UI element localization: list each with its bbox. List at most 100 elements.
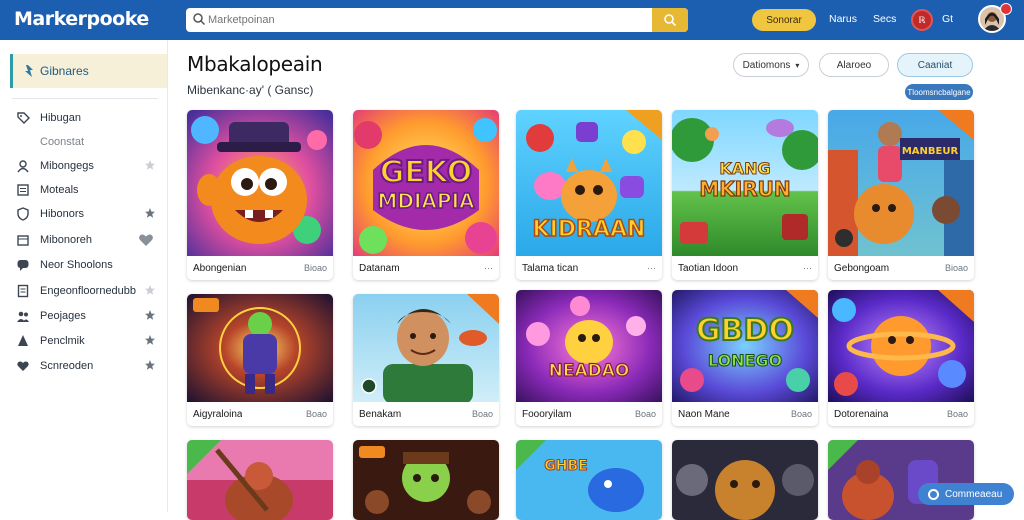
sidebar-item-scnreoden[interactable]: Scnreoden [16,356,164,376]
sidebar-item-active[interactable]: Gibnares [10,54,167,88]
game-card[interactable]: KIDRAAN Talama tican ··· [516,110,662,280]
game-title: Foooryilam [522,408,572,420]
game-card[interactable] [828,440,974,520]
star-icon [145,285,155,295]
star-icon [145,160,155,170]
star-icon [145,208,155,218]
avatar-badge [1000,3,1012,15]
star-icon [145,335,155,345]
game-card[interactable]: MANBEUR Gebongoam Bioao [828,110,974,280]
search-icon [664,14,677,27]
signin-button[interactable]: Sonorar [752,9,816,31]
game-card[interactable]: GHBE [516,440,662,520]
star-icon [145,360,155,370]
heart-icon [17,361,29,371]
language-button[interactable]: Gt [942,13,953,25]
filter-button-datiomons[interactable]: Datiomons ▾ [733,53,809,77]
game-card[interactable] [672,440,818,520]
filter-label: Alaroeo [836,59,872,71]
svg-text:NEADAO: NEADAO [549,361,630,381]
game-card[interactable] [187,440,333,520]
chat-icon [928,488,939,500]
sidebar-item-penclmik[interactable]: Penclmik [16,331,164,351]
category-tag[interactable]: Tloomsncbalgane [905,84,973,100]
game-card[interactable]: Benakam Boao [353,294,499,426]
logo[interactable]: Markerpooke [14,8,149,30]
sidebar-item-neor-shoolons[interactable]: Neor Shoolons [16,255,164,275]
sidebar-item-label: Coonstat [40,136,85,148]
svg-text:GBDO: GBDO [696,313,794,348]
game-title: Dotorenaina [834,408,889,420]
svg-text:MANBEUR: MANBEUR [902,146,959,157]
sidebar-item-label: Hibonors [40,208,85,220]
chevron-down-icon: ▾ [795,60,800,70]
game-card[interactable]: GBDO LONEGO Naon Mane Boao [672,290,818,426]
sidebar-item-label: Gibnares [40,64,89,78]
game-thumbnail [672,440,818,520]
nav-link-narus[interactable]: Narus [829,13,857,25]
game-title: Taotian Idoon [678,262,739,274]
game-card[interactable]: NEADAO Foooryilam Boao [516,290,662,426]
filter-label: Datiomons [742,59,791,71]
sidebar-item-hibugan[interactable]: Hibugan [16,108,164,128]
game-title: Gebongoam [834,262,890,274]
svg-text:MKIRUN: MKIRUN [699,177,790,201]
search-icon [193,13,206,26]
blank-icon [16,135,30,149]
contact-button[interactable]: Commeaeau [918,483,1014,505]
search-button[interactable] [652,8,688,32]
sidebar-item-peojages[interactable]: Peojages [16,306,164,326]
tag-icon [17,112,30,124]
game-meta: Boao [305,409,327,419]
nav-link-secs[interactable]: Secs [873,13,896,25]
sidebar-item-hibonors[interactable]: Hibonors [16,204,164,224]
sidebar-item-mibonoreh[interactable]: Mibonoreh [16,230,164,250]
user-icon [17,160,29,173]
notification-label: ℝ [918,14,926,25]
game-thumbnail: MANBEUR [828,110,974,256]
person-icon [18,335,28,346]
sidebar-item-label: Peojages [40,310,86,322]
sidebar-item-label: Scnreoden [40,360,94,372]
game-card[interactable]: GEKO MDIAPIA Datanam ··· [353,110,499,280]
game-card[interactable]: Dotorenaina Boao [828,290,974,426]
fire-icon [25,65,33,77]
more-icon[interactable]: ··· [484,263,493,273]
filter-button-caaniat[interactable]: Caaniat [897,53,973,77]
game-card[interactable]: Aigyraloina Boao [187,294,333,426]
sidebar-divider [12,98,158,99]
game-thumbnail [828,440,974,520]
game-meta: Boao [790,409,812,419]
game-title: Abongenian [193,262,247,274]
game-thumbnail [187,294,333,402]
sidebar-item-engeonfloornedubb[interactable]: Engeonfloornedubb [16,281,164,301]
sidebar: Gibnares Hibugan Coonstat Mibongegs Mote… [0,40,168,512]
game-thumbnail [187,110,333,256]
game-card[interactable] [353,440,499,520]
sidebar-item-label: Moteals [40,184,79,196]
notification-button[interactable]: ℝ [911,9,933,31]
doc-icon [17,284,29,298]
top-bar: Markerpooke Sonorar Narus Secs ℝ Gt [0,0,1024,40]
game-card[interactable]: Abongenian Bioao [187,110,333,280]
game-thumbnail [353,440,499,520]
search-bar [186,8,688,32]
list-icon [17,184,29,196]
game-title: Datanam [359,262,400,274]
more-icon[interactable]: ··· [647,263,656,273]
game-meta: Boao [471,409,493,419]
game-thumbnail: GEKO MDIAPIA [353,110,499,256]
game-thumbnail: KIDRAAN [516,110,662,256]
game-thumbnail: GHBE [516,440,662,520]
game-thumbnail [187,440,333,520]
more-icon[interactable]: ··· [803,263,812,273]
page-title: Mbakalopeain [187,52,323,76]
sidebar-item-label: Neor Shoolons [40,259,113,271]
search-input[interactable] [208,8,648,32]
sidebar-item-mibongegs[interactable]: Mibongegs [16,156,164,176]
sidebar-item-moteals[interactable]: Moteals [16,180,164,200]
game-card[interactable]: KANG MKIRUN Taotian Idoon ··· [672,110,818,280]
people-icon [17,311,29,322]
filter-button-alaroeo[interactable]: Alaroeo [819,53,889,77]
sidebar-item-coonstat[interactable]: Coonstat [16,132,164,152]
